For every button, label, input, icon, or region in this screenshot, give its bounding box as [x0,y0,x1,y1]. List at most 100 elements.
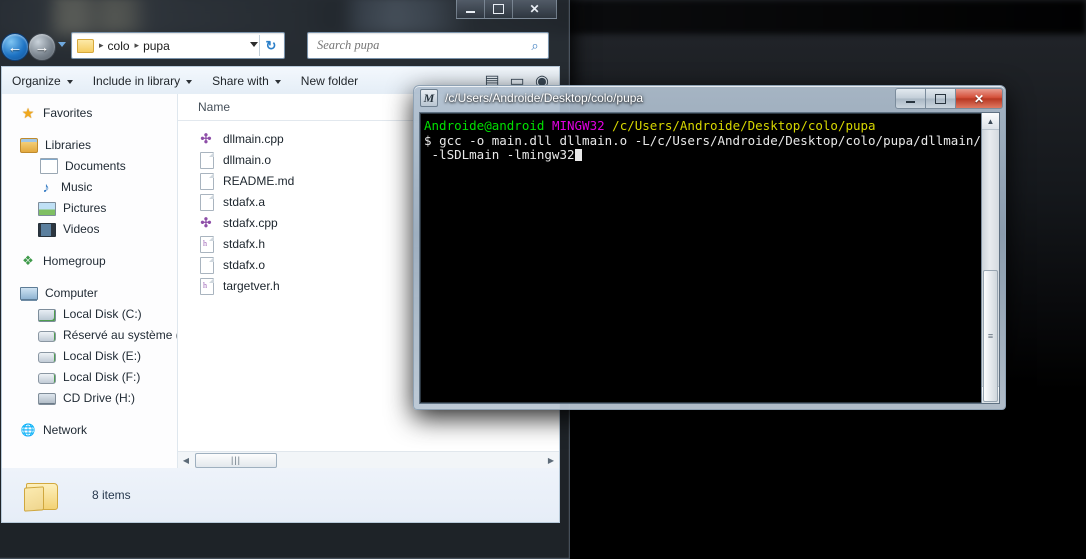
recent-pages-chevron-icon[interactable] [58,42,66,47]
item-count-label: 8 items [92,488,131,502]
document-icon [40,157,58,174]
sidebar-item-r-serv-au-syst-me[interactable]: Réservé au système ( [2,324,177,345]
sidebar-item-local-disk-f[interactable]: Local Disk (F:) [2,366,177,387]
sidebar-item-libraries[interactable]: Libraries [2,134,177,155]
scroll-up-icon[interactable]: ▲ [982,113,999,130]
prompt-shell: MINGW32 [551,118,605,133]
scroll-right-icon[interactable]: ▶ [543,453,559,468]
breadcrumb-separator-1: ▸ [99,40,104,50]
sidebar-item-label: Pictures [63,200,107,215]
prompt-space-1 [544,118,552,133]
scroll-left-icon[interactable]: ◀ [178,453,194,468]
address-dropdown-icon[interactable] [250,42,258,47]
sidebar-item-label: Homegroup [43,253,106,268]
horizontal-scrollbar-thumb[interactable]: ||| [195,452,277,468]
organize-label: Organize [12,74,61,88]
desktop: ✕ ← → ▸ colo ▸ pupa ↻ Search pupa ⌕ Orga… [0,0,1086,559]
sidebar-item-label: Réservé au système ( [63,327,177,342]
document-page-shape [200,151,214,169]
header-file-icon: h [198,277,214,295]
file-name-label: README.md [223,173,295,188]
sidebar-item-network[interactable]: 🌐 Network [2,419,177,440]
header-file-icon: h [198,235,214,253]
mingw-terminal-window: M /c/Users/Androide/Desktop/colo/pupa ✕ … [413,85,1006,410]
vertical-scrollbar-track[interactable]: ≡ [982,130,999,402]
command-text-line-2: -lSDLmain -lmingw32 [424,147,575,162]
header-letter: h [203,238,207,248]
sidebar-item-favorites[interactable]: ★ Favorites [2,102,177,123]
generic-file-icon [198,193,214,211]
folder-icon [77,38,94,53]
terminal-vertical-scrollbar[interactable]: ▲ ≡ ▼ [981,113,999,403]
explorer-window-controls: ✕ [456,0,557,19]
include-in-library-button[interactable]: Include in library [83,68,202,94]
breadcrumb-colo[interactable]: colo [108,39,130,53]
search-box[interactable]: ⌕ [307,32,549,59]
sidebar-item-label: Local Disk (E:) [63,348,142,363]
terminal-close-button[interactable]: ✕ [955,88,1003,109]
sidebar-item-local-disk-e[interactable]: Local Disk (E:) [2,345,177,366]
sidebar-item-music[interactable]: ♪ Music [2,176,177,197]
sidebar-item-label: Videos [63,221,100,236]
terminal-maximize-button[interactable] [925,88,956,109]
drive-icon [38,373,56,384]
forward-button[interactable]: → [28,33,56,61]
file-name-label: stdafx.cpp [223,215,278,230]
sidebar-item-videos[interactable]: Videos [2,218,177,239]
document-page-shape [200,172,214,190]
file-pane-horizontal-scrollbar[interactable]: ◀ ||| ▶ [178,451,559,468]
breadcrumb-pupa[interactable]: pupa [143,39,170,53]
document-page-shape [200,256,214,274]
explorer-titlebar[interactable]: ✕ [0,0,570,22]
generic-file-icon [198,151,214,169]
sidebar-item-homegroup[interactable]: ❖ Homegroup [2,250,177,271]
share-with-button[interactable]: Share with [202,68,291,94]
terminal-titlebar[interactable]: M /c/Users/Androide/Desktop/colo/pupa ✕ [413,85,1006,110]
sidebar-item-local-disk-c[interactable]: Local Disk (C:) [2,303,177,324]
document-page-shape: h [200,277,214,295]
cpp-file-icon: ✣ [200,214,212,230]
sidebar-item-computer[interactable]: Computer [2,282,177,303]
file-name-label: dllmain.o [223,152,272,167]
command-prompt-symbol: $ [424,132,440,148]
explorer-minimize-button[interactable] [456,0,484,19]
sidebar-item-label: Documents [65,158,126,173]
terminal-window-controls: ✕ [895,88,1003,109]
address-bar[interactable]: ▸ colo ▸ pupa ↻ [71,32,285,59]
forward-arrow-icon: → [34,38,50,56]
sidebar-item-pictures[interactable]: Pictures [2,197,177,218]
explorer-maximize-button[interactable] [484,0,512,19]
sidebar-item-label: Local Disk (F:) [63,369,141,384]
organize-button[interactable]: Organize [2,68,83,94]
nav-group: ★ Favorites [2,102,177,123]
mingw-icon-letter: M [423,90,435,105]
generic-file-icon [198,256,214,274]
close-icon: ✕ [973,91,985,106]
vertical-scrollbar-thumb[interactable]: ≡ [983,270,998,402]
sidebar-item-documents[interactable]: Documents [2,155,177,176]
file-name-label: stdafx.o [223,257,266,272]
column-header-name[interactable]: Name [198,100,230,114]
sidebar-item-cd-drive-h[interactable]: CD Drive (H:) [2,387,177,408]
file-name-label: stdafx.a [223,194,266,209]
drive-icon [38,331,56,342]
new-folder-button[interactable]: New folder [291,68,368,94]
terminal-screen[interactable]: Androide@android MINGW32 /c/Users/Androi… [420,113,981,403]
prompt-cwd: /c/Users/Androide/Desktop/colo/pupa [612,118,876,133]
search-input[interactable] [315,37,525,54]
libraries-icon [20,138,38,153]
network-icon: 🌐 [20,422,36,437]
sidebar-item-label: Libraries [45,137,92,152]
back-button[interactable]: ← [1,33,29,61]
sidebar-item-label: Computer [45,285,98,300]
prompt-user-host: Androide@android [424,118,545,133]
text-cursor [574,149,582,161]
scrollbar-grip-icon: ≡ [987,330,994,341]
star-icon: ★ [21,104,35,121]
refresh-button[interactable]: ↻ [259,35,282,56]
document-page-shape [200,193,214,211]
terminal-minimize-button[interactable] [895,88,926,109]
maximize-icon [935,93,946,104]
new-folder-label: New folder [300,74,359,88]
explorer-close-button[interactable]: ✕ [512,0,557,19]
